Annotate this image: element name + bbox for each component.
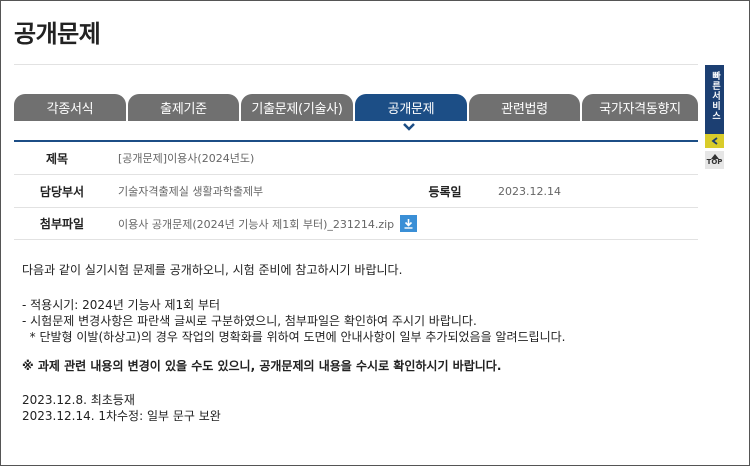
date-label: 등록일 xyxy=(428,184,462,199)
date-value: 2023.12.14 xyxy=(498,184,561,198)
content-history: 2023.12.8. 최초등재 xyxy=(22,393,135,407)
chevron-down-icon xyxy=(403,123,415,131)
attachment-link[interactable]: 이용사 공개문제(2024년 기능사 제1회 부터)_231214.zip xyxy=(118,216,394,232)
quick-service-toggle[interactable] xyxy=(705,134,724,148)
scroll-top-button[interactable]: TOP xyxy=(705,151,724,169)
title-divider xyxy=(14,64,698,65)
tab-related-laws[interactable]: 관련법령 xyxy=(469,94,580,121)
tab-past-exams[interactable]: 기출문제(기술사) xyxy=(241,94,353,121)
page-title: 공개문제 xyxy=(14,20,101,48)
top-label: TOP xyxy=(706,158,723,166)
info-row-attachment: 첨부파일 이용사 공개문제(2024년 기능사 제1회 부터)_231214.z… xyxy=(14,208,698,240)
post-content: 다음과 같이 실기시험 문제를 공개하오니, 시험 준비에 참고하시기 바랍니다… xyxy=(22,262,566,424)
quick-service-label: 빠른서비스 xyxy=(710,71,720,121)
download-icon xyxy=(404,219,413,229)
content-history: 2023.12.14. 1차수정: 일부 문구 보완 xyxy=(22,409,221,423)
info-row-dept: 담당부서 기술자격출제실 생활과학출제부 등록일 2023.12.14 xyxy=(14,175,698,208)
download-button[interactable] xyxy=(400,215,418,232)
content-line: - 적용시기: 2024년 기능사 제1회 부터 xyxy=(22,298,221,312)
content-intro: 다음과 같이 실기시험 문제를 공개하오니, 시험 준비에 참고하시기 바랍니다… xyxy=(22,263,403,277)
subject-value: [공개문제]이용사(2024년도) xyxy=(118,152,255,165)
dept-label: 담당부서 xyxy=(39,184,85,199)
chevron-left-icon xyxy=(711,137,718,145)
content-line: - 시험문제 변경사항은 파란색 글씨로 구분하였으니, 첨부파일은 확인하여 … xyxy=(22,314,477,328)
file-label: 첨부파일 xyxy=(39,217,85,231)
tab-exam-criteria[interactable]: 출제기준 xyxy=(128,94,239,121)
tab-qualification-trends[interactable]: 국가자격동향지 xyxy=(582,94,698,121)
tab-bar: 각종서식 출제기준 기출문제(기술사) 공개문제 관련법령 국가자격동향지 xyxy=(14,94,698,121)
tab-forms[interactable]: 각종서식 xyxy=(14,94,126,121)
tab-public-questions[interactable]: 공개문제 xyxy=(355,94,467,121)
dept-value: 기술자격출제실 생활과학출제부 xyxy=(118,185,264,198)
content-notice: ※ 과제 관련 내용의 변경이 있을 수도 있으니, 공개문제의 내용을 수시로… xyxy=(22,359,502,373)
content-line: * 단발형 이발(하상고)의 경우 작업의 명확화를 위하여 도면에 안내사항이… xyxy=(22,330,566,344)
subject-label: 제목 xyxy=(45,151,69,166)
info-row-subject: 제목 [공개문제]이용사(2024년도) xyxy=(14,142,698,175)
info-table: 제목 [공개문제]이용사(2024년도) 담당부서 기술자격출제실 생활과학출제… xyxy=(14,142,698,240)
